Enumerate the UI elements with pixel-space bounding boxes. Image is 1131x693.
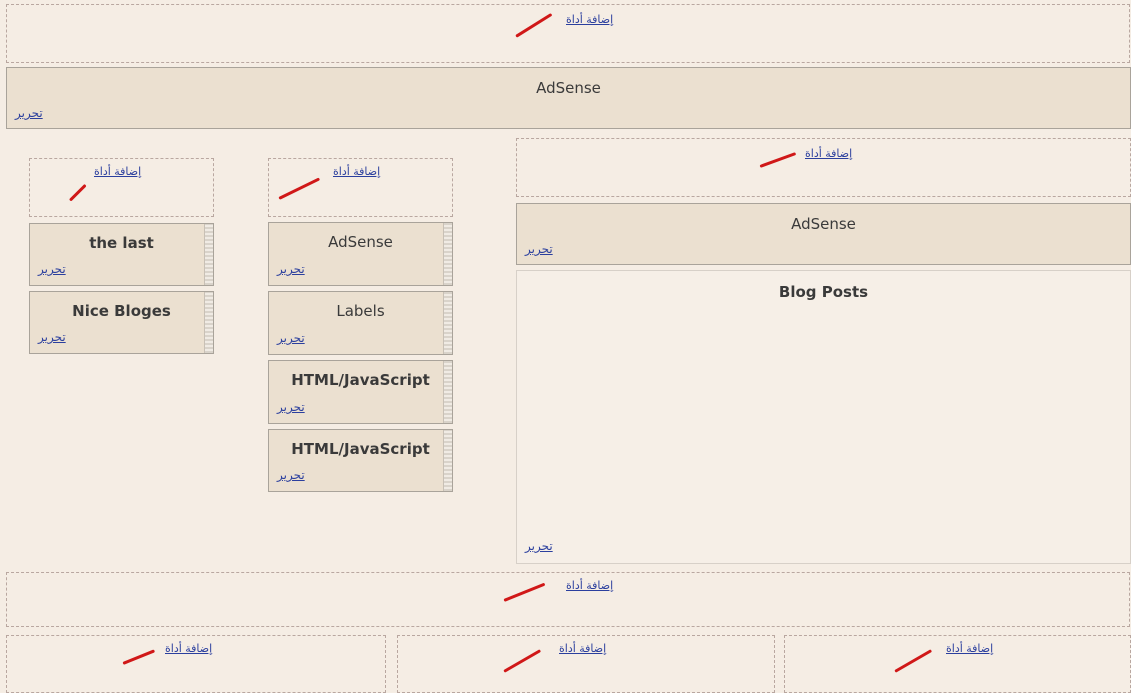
add-widget-link-middle[interactable]: إضافة أداة bbox=[333, 165, 380, 178]
add-widget-link-footer-3[interactable]: إضافة أداة bbox=[946, 642, 993, 655]
widget-middle-4: HTML/JavaScript تحرير bbox=[268, 429, 453, 492]
edit-link-middle-2[interactable]: تحرير bbox=[277, 331, 305, 345]
add-widget-link-left[interactable]: إضافة أداة bbox=[94, 165, 141, 178]
marker-footer-2 bbox=[503, 649, 542, 673]
widget-left-2: Nice Bloges تحرير bbox=[29, 291, 214, 354]
widget-main-1: AdSense تحرير bbox=[516, 203, 1131, 265]
edit-link-left-1[interactable]: تحرير bbox=[38, 262, 66, 276]
widget-main-1-title: AdSense bbox=[791, 215, 856, 233]
widget-middle-1-title: AdSense bbox=[328, 233, 393, 251]
widget-main-2-title: Blog Posts bbox=[778, 283, 869, 301]
edit-link-header[interactable]: تحرير bbox=[15, 106, 43, 120]
add-widget-link-bottom[interactable]: إضافة أداة bbox=[566, 579, 613, 592]
widget-middle-1: AdSense تحرير bbox=[268, 222, 453, 286]
edit-link-left-2[interactable]: تحرير bbox=[38, 330, 66, 344]
add-widget-link-top[interactable]: إضافة أداة bbox=[566, 13, 613, 26]
widget-left-1: the last تحرير bbox=[29, 223, 214, 286]
marker-bottom bbox=[503, 582, 546, 602]
footer-add-widget-area-2: إضافة أداة bbox=[397, 635, 775, 693]
header-widget: AdSense تحرير bbox=[6, 67, 1131, 129]
marker-middle bbox=[278, 177, 321, 200]
middle-add-widget-area: إضافة أداة bbox=[268, 158, 453, 217]
drag-handle[interactable] bbox=[204, 224, 213, 285]
drag-handle[interactable] bbox=[443, 292, 452, 354]
drag-handle[interactable] bbox=[443, 223, 452, 285]
widget-middle-4-title: HTML/JavaScript bbox=[291, 440, 430, 458]
bottom-add-widget-area: إضافة أداة bbox=[6, 572, 1130, 627]
add-widget-link-footer-2[interactable]: إضافة أداة bbox=[559, 642, 606, 655]
widget-left-2-title: Nice Bloges bbox=[72, 302, 171, 320]
edit-link-middle-1[interactable]: تحرير bbox=[277, 262, 305, 276]
drag-handle[interactable] bbox=[443, 430, 452, 491]
marker-footer-1 bbox=[122, 649, 156, 665]
add-widget-link-main[interactable]: إضافة أداة bbox=[805, 147, 852, 160]
widget-middle-3-title: HTML/JavaScript bbox=[291, 371, 430, 389]
drag-handle[interactable] bbox=[443, 361, 452, 423]
edit-link-main-2[interactable]: تحرير bbox=[525, 539, 553, 553]
widget-main-2: Blog Posts تحرير bbox=[516, 270, 1131, 564]
drag-handle[interactable] bbox=[204, 292, 213, 353]
marker-main bbox=[759, 152, 797, 168]
add-widget-link-footer-1[interactable]: إضافة أداة bbox=[165, 642, 212, 655]
widget-middle-2: Labels تحرير bbox=[268, 291, 453, 355]
widget-middle-2-title: Labels bbox=[336, 302, 385, 320]
widget-middle-3: HTML/JavaScript تحرير bbox=[268, 360, 453, 424]
main-add-widget-area: إضافة أداة bbox=[516, 138, 1131, 197]
left-add-widget-area: إضافة أداة bbox=[29, 158, 214, 217]
marker-footer-3 bbox=[894, 649, 933, 673]
edit-link-middle-4[interactable]: تحرير bbox=[277, 468, 305, 482]
marker-left bbox=[68, 183, 87, 202]
edit-link-middle-3[interactable]: تحرير bbox=[277, 400, 305, 414]
marker-top bbox=[515, 12, 553, 38]
top-add-widget-area: إضافة أداة bbox=[6, 4, 1130, 63]
edit-link-main-1[interactable]: تحرير bbox=[525, 242, 553, 256]
widget-left-1-title: the last bbox=[89, 234, 154, 252]
header-widget-title: AdSense bbox=[536, 79, 601, 97]
footer-add-widget-area-3: إضافة أداة bbox=[784, 635, 1131, 693]
footer-add-widget-area-1: إضافة أداة bbox=[6, 635, 386, 693]
